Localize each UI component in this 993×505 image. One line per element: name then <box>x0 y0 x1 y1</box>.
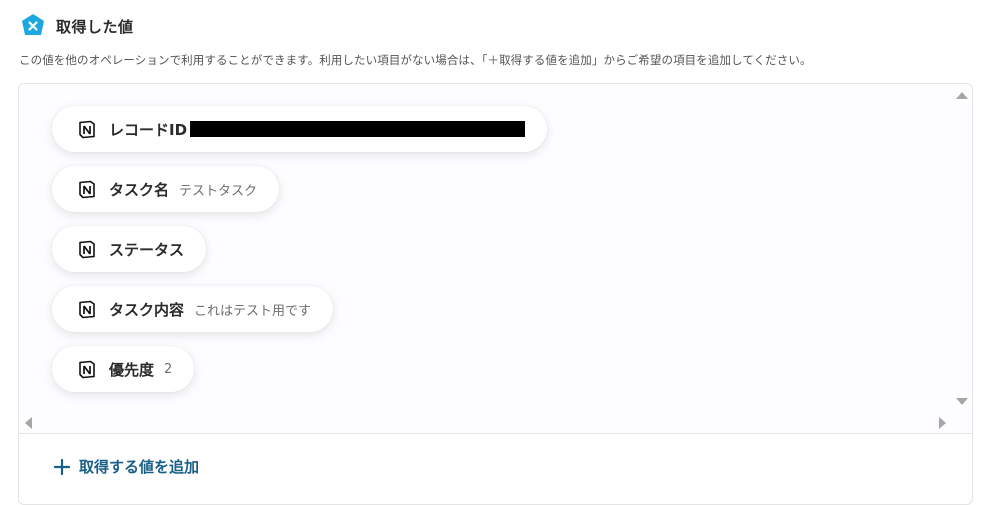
redacted-value <box>190 121 526 137</box>
notion-icon <box>79 120 95 139</box>
value-chip-priority[interactable]: 優先度 2 <box>52 346 195 392</box>
scroll-up-arrow-icon[interactable] <box>956 92 968 99</box>
chip-label: タスク名 <box>109 180 170 199</box>
add-value-label: 取得する値を追加 <box>79 458 200 476</box>
scroll-right-arrow-icon[interactable] <box>939 417 946 429</box>
section-description: この値を他のオペレーションで利用することができます。利用したい項目がない場合は、… <box>19 53 812 67</box>
value-chip-task-content[interactable]: タスク内容 これはテスト用です <box>52 286 334 332</box>
notion-icon <box>79 300 95 319</box>
notion-icon <box>79 360 95 379</box>
close-badge-icon <box>22 14 44 35</box>
value-chip-status[interactable]: ステータス <box>52 226 207 272</box>
chip-label: ステータス <box>109 240 185 259</box>
chip-label: レコードID <box>109 120 188 139</box>
chip-value: これはテスト用です <box>194 303 312 319</box>
section-title: 取得した値 <box>56 17 134 36</box>
plus-icon <box>54 458 70 475</box>
chip-label: 優先度 <box>109 360 155 379</box>
scroll-left-arrow-icon[interactable] <box>25 417 32 429</box>
value-chip-task-name[interactable]: タスク名 テストタスク <box>52 166 280 212</box>
chip-value: 2 <box>164 361 173 377</box>
chip-value: テストタスク <box>179 183 258 199</box>
notion-icon <box>79 180 95 199</box>
chip-label: タスク内容 <box>109 300 185 319</box>
scroll-down-arrow-icon[interactable] <box>956 398 968 405</box>
value-chip-record-id[interactable]: レコードID <box>52 106 548 152</box>
section-header: 取得した値 <box>20 12 134 40</box>
notion-icon <box>79 240 95 259</box>
add-value-button[interactable]: 取得する値を追加 <box>54 456 199 477</box>
values-panel: レコードID タスク名 テストタスク ステータス タスク内容 これはテスト用です… <box>18 83 973 505</box>
values-scroll-area[interactable]: レコードID タスク名 テストタスク ステータス タスク内容 これはテスト用です… <box>19 84 972 434</box>
